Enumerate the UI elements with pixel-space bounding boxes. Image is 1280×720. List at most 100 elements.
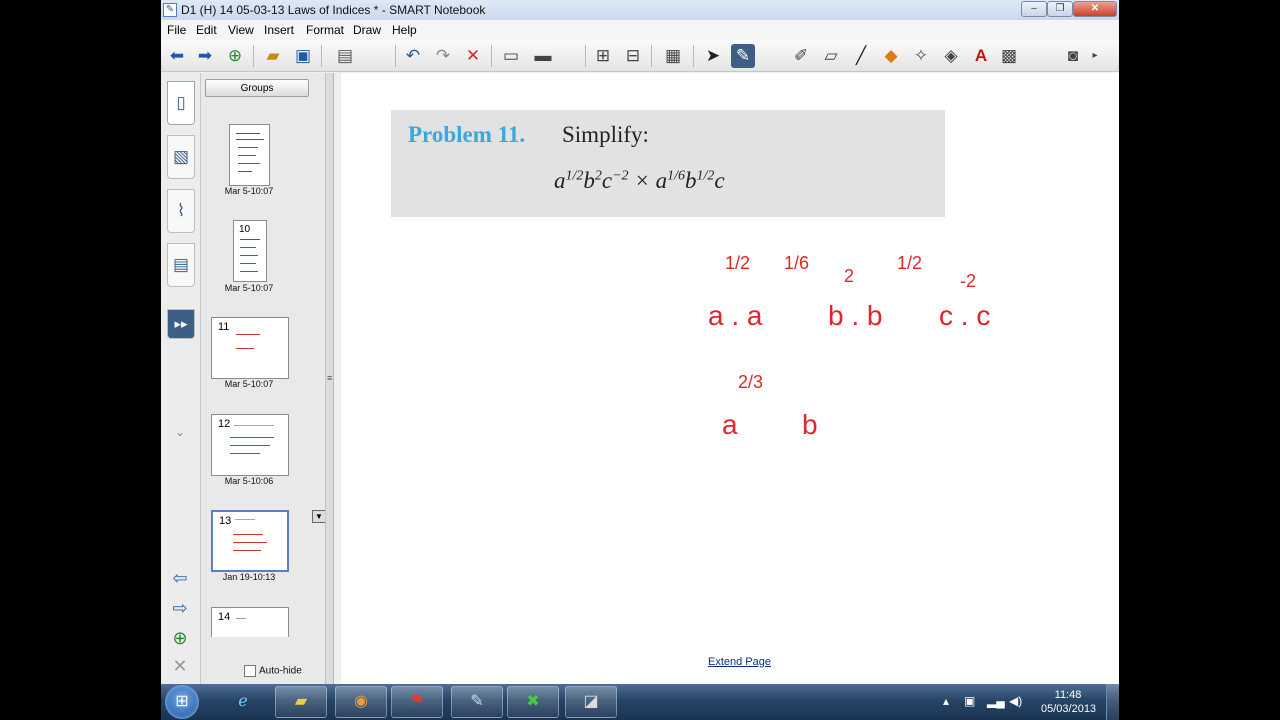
shapes-icon[interactable]: ◆ (879, 44, 903, 68)
properties-icon[interactable]: ▩ (997, 44, 1021, 68)
volume-icon[interactable]: ◀) (1009, 694, 1022, 708)
file-explorer-icon[interactable]: ▰ (275, 686, 327, 718)
add-page-icon[interactable]: ⊕ (223, 44, 247, 68)
toolbar: ⬅ ➡ ⊕ ▰ ▣ ▤ ↶ ↷ ✕ ▭ ▬ ⊞ ⊟ ▦ ➤ ✎ ✐ ▱ ╱ ◆ … (161, 40, 1119, 72)
thumbnail-menu-dropdown-icon[interactable]: ▼ (312, 510, 325, 523)
groups-button[interactable]: Groups (205, 79, 309, 97)
thumbnail-date: Mar 5-10:07 (224, 379, 274, 389)
page-thumbnail[interactable]: 12 (211, 414, 289, 476)
page-thumbnail[interactable] (229, 124, 270, 186)
redo-icon[interactable]: ↷ (431, 44, 455, 68)
notebook-page[interactable]: Problem 11. Simplify: a1/2b2c−2 × a1/6b1… (341, 73, 1119, 684)
gallery-tab[interactable]: ▧ (167, 135, 195, 179)
menu-bar: File Edit View Insert Format Draw Help (161, 20, 1119, 40)
menu-view[interactable]: View (228, 23, 254, 37)
internet-explorer-icon[interactable]: ℯ (217, 686, 269, 718)
menu-edit[interactable]: Edit (196, 23, 217, 37)
window-title: D1 (H) 14 05-03-13 Laws of Indices * - S… (181, 3, 486, 17)
side-tab-bar: ▯ ▧ ⌇ ▤ ▸▸ ⌄ ⇦ ⇨ ⊕ ✕ (161, 73, 201, 684)
previous-page-icon[interactable]: ⬅ (165, 44, 189, 68)
ink-exponent-minus-two: -2 (960, 271, 976, 291)
fill-icon[interactable]: ◈ (939, 44, 963, 68)
page-thumbnail[interactable]: 10 (233, 220, 267, 282)
table-icon[interactable]: ▦ (661, 44, 685, 68)
camera-icon[interactable]: ◙ (1061, 44, 1085, 68)
full-screen-icon[interactable]: ▬ (531, 44, 555, 68)
auto-hide-checkbox[interactable] (244, 665, 256, 677)
ink-c-times-c: c . c (939, 300, 990, 331)
ink-a: a (722, 409, 738, 440)
splitter-grip-icon[interactable]: ≡ (327, 373, 332, 383)
ink-exponent-two-thirds: 2/3 (738, 372, 763, 392)
add-page-small-icon[interactable]: ⊕ (164, 625, 196, 651)
line-tool-icon[interactable]: ╱ (849, 44, 873, 68)
auto-hide-label: Auto-hide (259, 665, 302, 677)
menu-draw[interactable]: Draw (353, 23, 381, 37)
minimize-button[interactable]: ‒ (1021, 1, 1047, 17)
smart-notebook-window: ✎ D1 (H) 14 05-03-13 Laws of Indices * -… (161, 0, 1119, 684)
show-hidden-icons-icon[interactable]: ▴ (943, 694, 949, 708)
windows-taskbar: ⊞ ℯ ▰ ◉ ⚑ ✎ ✖ ◪ ▴ ▣ ▂▄ ◀) 11:48 05/03/20… (161, 684, 1119, 720)
chrome-icon[interactable]: ◉ (335, 686, 387, 718)
menu-file[interactable]: File (167, 23, 186, 37)
page-thumbnail[interactable]: 14 (211, 607, 289, 637)
attachments-tab[interactable]: ⌇ (167, 189, 195, 233)
capture-icon[interactable]: ⊟ (621, 44, 645, 68)
ink-exponent-half: 1/2 (725, 253, 750, 273)
collapse-chevron-icon[interactable]: ⌄ (164, 419, 196, 445)
open-file-icon[interactable]: ▰ (261, 44, 285, 68)
paste-icon[interactable]: ▤ (333, 44, 357, 68)
title-bar: ✎ D1 (H) 14 05-03-13 Laws of Indices * -… (161, 0, 1119, 20)
save-icon[interactable]: ▣ (291, 44, 315, 68)
delete-icon[interactable]: ✕ (461, 44, 485, 68)
panel-splitter[interactable]: ≡ (326, 73, 334, 684)
select-arrow-icon[interactable]: ➤ (701, 44, 725, 68)
smart-tools-icon[interactable]: ◪ (565, 686, 617, 718)
ink-exponent-two: 2 (844, 266, 854, 286)
menu-format[interactable]: Format (306, 23, 344, 37)
move-right-arrow-icon[interactable]: ⇨ (164, 595, 196, 621)
excel-icon[interactable]: ✖ (507, 686, 559, 718)
system-clock[interactable]: 11:48 05/03/2013 (1041, 688, 1096, 716)
eraser-icon[interactable]: ▱ (819, 44, 843, 68)
start-button-icon[interactable]: ⊞ (165, 685, 199, 719)
magic-pen-icon[interactable]: ✧ (909, 44, 933, 68)
app-icon: ✎ (163, 3, 177, 17)
page-thumbnail-current[interactable]: 13 (211, 510, 289, 572)
undo-icon[interactable]: ↶ (401, 44, 425, 68)
text-tool-icon[interactable]: A (969, 44, 993, 68)
ink-b-times-b: b . b (828, 300, 882, 331)
auto-hide-toggle[interactable]: Auto-hide (244, 665, 302, 677)
creative-pen-icon[interactable]: ✐ (789, 44, 813, 68)
properties-tab[interactable]: ▤ (167, 243, 195, 287)
document-camera-icon[interactable]: ⊞ (591, 44, 615, 68)
ink-exponent-sixth: 1/6 (784, 253, 809, 273)
clock-time: 11:48 (1054, 689, 1082, 701)
maximize-button[interactable]: ❐ (1047, 1, 1073, 17)
smart-notebook-icon[interactable]: ✎ (451, 686, 503, 718)
tray-device-icon[interactable]: ▣ (964, 694, 975, 708)
thumbnail-date: Mar 5-10:06 (224, 476, 274, 486)
screen-shade-icon[interactable]: ▭ (499, 44, 523, 68)
thumbnail-date: Mar 5-10:07 (224, 283, 274, 293)
ink-b: b (802, 409, 818, 440)
close-button[interactable]: ✕ (1073, 1, 1117, 17)
handwriting-layer: 1/2 1/6 2 1/2 -2 a . a b . b c . c 2/3 a… (708, 253, 990, 440)
ink-exponent-half-b: 1/2 (897, 253, 922, 273)
delete-page-icon[interactable]: ✕ (164, 653, 196, 679)
network-signal-icon[interactable]: ▂▄ (987, 694, 1005, 708)
menu-help[interactable]: Help (392, 23, 417, 37)
pen-tool-icon[interactable]: ✎ (731, 44, 755, 68)
menu-insert[interactable]: Insert (264, 23, 294, 37)
thumbnail-date: Mar 5-10:07 (224, 186, 274, 196)
acrobat-icon[interactable]: ⚑ (391, 686, 443, 718)
page-thumbnail[interactable]: 11 (211, 317, 289, 379)
move-left-arrow-icon[interactable]: ⇦ (164, 565, 196, 591)
show-desktop-button[interactable] (1106, 684, 1119, 720)
page-sorter-tab[interactable]: ▯ (167, 81, 195, 125)
next-page-icon[interactable]: ➡ (193, 44, 217, 68)
expand-panel-icon[interactable]: ▸▸ (167, 309, 195, 339)
extend-page-link[interactable]: Extend Page (708, 656, 771, 668)
page-sorter: Groups Mar 5-10:07 10 Mar 5-10:07 11 Mar… (201, 73, 326, 684)
more-tools-icon[interactable]: ▸ (1083, 44, 1107, 68)
